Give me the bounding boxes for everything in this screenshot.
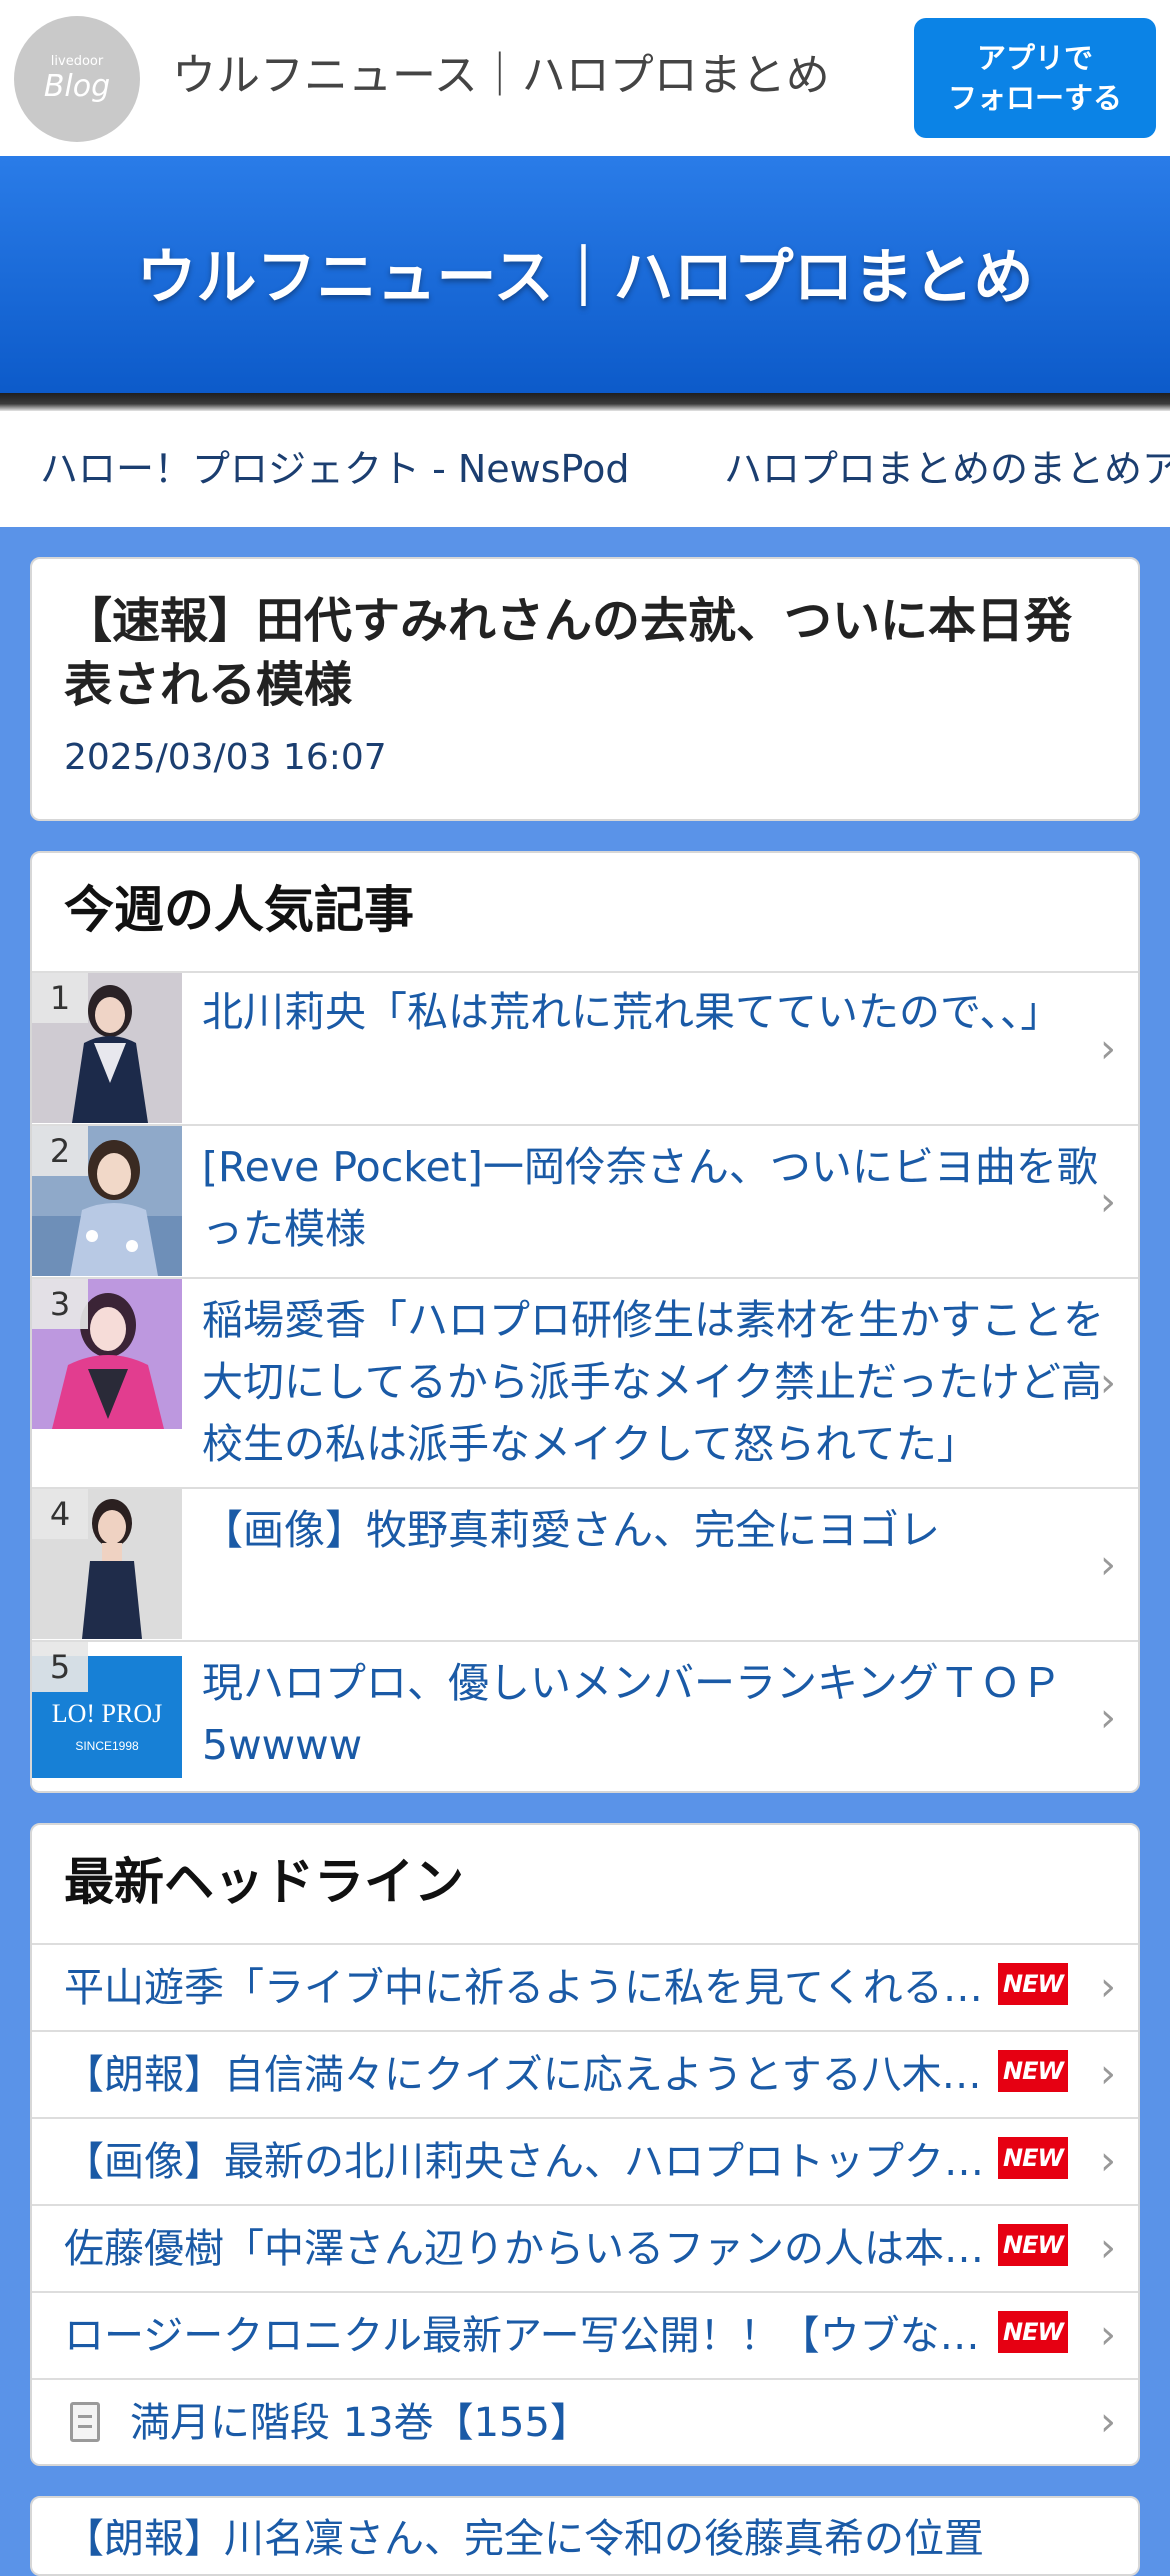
headline-article-card[interactable]: 【速報】田代すみれさんの去就、ついに本日発表される模様 2025/03/03 1… <box>30 557 1140 821</box>
chevron-right-icon: › <box>1100 1964 1116 2010</box>
new-badge: NEW <box>998 2137 1068 2179</box>
popular-item-title[interactable]: [Reve Pocket]一岡伶奈さん、ついにビヨ曲を歌った模様 <box>202 1136 1112 1260</box>
popular-item[interactable]: 3 稲場愛香「ハロプロ研修生は素材を生かすことを大切にしてるから派手なメイク禁止… <box>32 1277 1138 1487</box>
follow-button-line2: フォローする <box>947 81 1122 115</box>
logo-small-text: livedoor <box>50 54 104 69</box>
related-link[interactable]: ハロー！プロジェクト - NewsPod <box>40 441 629 497</box>
popular-item[interactable]: 1 北川莉央「私は荒れに荒れ果てていたので、、」 › <box>32 971 1138 1124</box>
follow-in-app-button[interactable]: アプリで フォローする <box>914 18 1156 138</box>
blog-banner[interactable]: ウルフニュース｜ハロプロまとめ <box>0 156 1170 396</box>
site-title[interactable]: ウルフニュース｜ハロプロまとめ <box>172 46 830 106</box>
popular-articles-card: 今週の人気記事 1 北川莉央「私は荒れに荒れ果てていたので、、」 › 2 [Re… <box>30 851 1140 1793</box>
banner-divider <box>0 393 1170 411</box>
headline-item-title[interactable]: ロージークロニクル最新アー写公開！！【ウブな恋】 <box>64 2305 1004 2367</box>
popular-item-title[interactable]: 【画像】牧野真莉愛さん、完全にヨゴレ <box>202 1499 1112 1561</box>
related-link[interactable]: ハロプロまとめのまとめア <box>724 441 1170 497</box>
popular-item-title[interactable]: 稲場愛香「ハロプロ研修生は素材を生かすことを大切にしてるから派手なメイク禁止だっ… <box>202 1289 1112 1475</box>
rank-number: 5 <box>32 1642 88 1692</box>
headline-item[interactable]: 平山遊季「ライブ中に祈るように私を見てくれる人がいる」 NEW › <box>32 1943 1138 2030</box>
rank-number: 3 <box>32 1279 88 1329</box>
chevron-right-icon: › <box>1100 2312 1116 2358</box>
livedoor-blog-logo[interactable]: livedoor Blog <box>14 16 140 142</box>
banner-title: ウルフニュース｜ハロプロまとめ <box>136 242 1034 313</box>
chevron-right-icon: › <box>1100 1179 1116 1225</box>
headline-article-date: 2025/03/03 16:07 <box>64 737 387 778</box>
chevron-right-icon: › <box>1100 2138 1116 2184</box>
chevron-right-icon: › <box>1100 2051 1116 2097</box>
latest-headlines-card: 最新ヘッドライン 平山遊季「ライブ中に祈るように私を見てくれる人がいる」 NEW… <box>30 1823 1140 2466</box>
headline-item[interactable]: 佐藤優樹「中澤さん辺りからいるファンの人は本当に凄い」 NEW › <box>32 2204 1138 2291</box>
follow-button-line1: アプリで <box>976 41 1093 75</box>
thumbnail-logo-text: LO! PROJ <box>52 1699 163 1728</box>
popular-item[interactable]: 4 【画像】牧野真莉愛さん、完全にヨゴレ › <box>32 1487 1138 1640</box>
article-thumbnail: 3 <box>32 1279 182 1429</box>
headline-item-title[interactable]: 平山遊季「ライブ中に祈るように私を見てくれる人がいる」 <box>64 1957 1004 2019</box>
new-badge: NEW <box>998 2224 1068 2266</box>
headline-item-title[interactable]: 満月に階段 13巻【155】 <box>130 2392 1070 2454</box>
headline-item-document[interactable]: 満月に階段 13巻【155】 › <box>32 2378 1138 2464</box>
headline-item-title[interactable]: 【朗報】自信満々にクイズに応えようとする八木栞さん <box>64 2044 1004 2106</box>
new-badge: NEW <box>998 1963 1068 2005</box>
next-article-title[interactable]: 【朗報】川名凜さん、完全に令和の後藤真希の位置 <box>64 2508 1124 2570</box>
chevron-right-icon: › <box>1100 1542 1116 1588</box>
top-bar: livedoor Blog ウルフニュース｜ハロプロまとめ アプリで フォローす… <box>0 0 1170 156</box>
headline-item[interactable]: 【画像】最新の北川莉央さん、ハロプロトップクラスのスタイル NEW › <box>32 2117 1138 2204</box>
headline-article-title[interactable]: 【速報】田代すみれさんの去就、ついに本日発表される模様 <box>64 589 1104 717</box>
popular-item-title[interactable]: 北川莉央「私は荒れに荒れ果てていたので、、」 <box>202 981 1112 1043</box>
article-thumbnail: LO! PROJ SINCE1998 5 <box>32 1642 182 1791</box>
article-thumbnail: 1 <box>32 973 182 1123</box>
headline-item[interactable]: 【朗報】自信満々にクイズに応えようとする八木栞さん NEW › <box>32 2030 1138 2117</box>
new-badge: NEW <box>998 2050 1068 2092</box>
latest-heading: 最新ヘッドライン <box>64 1853 464 1911</box>
popular-heading: 今週の人気記事 <box>64 881 414 939</box>
chevron-right-icon: › <box>1100 2225 1116 2271</box>
new-badge: NEW <box>998 2311 1068 2353</box>
rank-number: 1 <box>32 973 88 1023</box>
headline-item[interactable]: ロージークロニクル最新アー写公開！！【ウブな恋】 NEW › <box>32 2291 1138 2378</box>
headline-item-title[interactable]: 【画像】最新の北川莉央さん、ハロプロトップクラスのスタイル <box>64 2131 1004 2193</box>
chevron-right-icon: › <box>1100 1360 1116 1406</box>
related-links-strip[interactable]: ハロー！プロジェクト - NewsPod ハロプロまとめのまとめア <box>0 411 1170 527</box>
popular-item-title[interactable]: 現ハロプロ、優しいメンバーランキングＴＯＰ5wwww <box>202 1652 1112 1776</box>
popular-item[interactable]: 2 [Reve Pocket]一岡伶奈さん、ついにビヨ曲を歌った模様 › <box>32 1124 1138 1277</box>
popular-item[interactable]: LO! PROJ SINCE1998 5 現ハロプロ、優しいメンバーランキングＴ… <box>32 1640 1138 1791</box>
chevron-right-icon: › <box>1100 1695 1116 1741</box>
chevron-right-icon: › <box>1100 2399 1116 2445</box>
rank-number: 4 <box>32 1489 88 1539</box>
logo-big-text: Blog <box>43 69 111 104</box>
document-icon <box>70 2402 100 2442</box>
chevron-right-icon: › <box>1100 1026 1116 1072</box>
headline-item-title[interactable]: 佐藤優樹「中澤さん辺りからいるファンの人は本当に凄い」 <box>64 2218 1004 2280</box>
rank-number: 2 <box>32 1126 88 1176</box>
article-thumbnail: 4 <box>32 1489 182 1639</box>
article-thumbnail: 2 <box>32 1126 182 1276</box>
thumbnail-logo-subtext: SINCE1998 <box>75 1739 139 1753</box>
next-article-card[interactable]: 【朗報】川名凜さん、完全に令和の後藤真希の位置 <box>30 2496 1140 2576</box>
